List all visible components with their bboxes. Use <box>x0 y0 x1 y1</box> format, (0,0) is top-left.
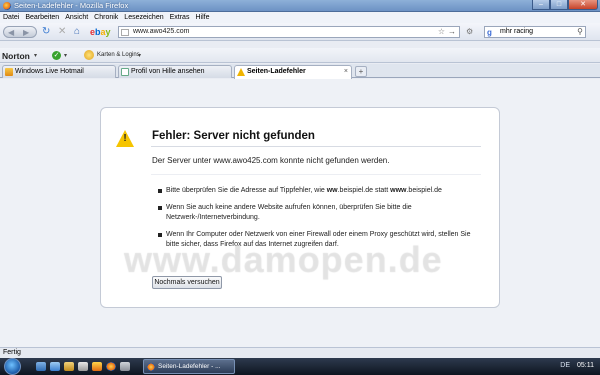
hotmail-icon <box>5 68 13 76</box>
suggestion-text: ww <box>326 187 338 194</box>
chevron-down-icon[interactable]: ▾ <box>138 52 141 59</box>
suggestion-text: Wenn Ihr Computer oder Netzwerk von eine… <box>166 231 471 248</box>
bookmark-star-icon[interactable]: ☆ <box>438 27 445 36</box>
search-input[interactable]: g mhr racing ⚲ <box>484 26 586 38</box>
norton-logo[interactable]: Norton <box>2 51 30 61</box>
status-bar: Fertig <box>0 347 600 358</box>
taskbar-window-button[interactable]: Seiten-Ladefehler - ... <box>143 359 235 374</box>
suggestion-text: .beispiel.de statt <box>337 187 391 194</box>
app-icon[interactable] <box>92 362 102 371</box>
tab-bar: Windows Live Hotmail Profil von Hille an… <box>0 64 600 79</box>
page-content: ! Fehler: Server nicht gefunden Der Serv… <box>0 79 600 347</box>
title-bar: Seiten-Ladefehler - Mozilla Firefox – □ … <box>0 0 600 12</box>
window-controls: – □ ✕ <box>532 0 598 11</box>
suggestion-item: Wenn Sie auch keine andere Website aufru… <box>158 203 478 223</box>
warning-mark: ! <box>123 133 127 144</box>
taskbar-window-label: Seiten-Ladefehler - ... <box>158 363 221 370</box>
menu-view[interactable]: Ansicht <box>65 12 88 23</box>
tab-label: Profil von Hille ansehen <box>131 68 205 75</box>
menu-history[interactable]: Chronik <box>94 12 118 23</box>
cards-logins-button[interactable]: Karten & Logins <box>97 52 140 58</box>
retry-button[interactable]: Nochmals versuchen <box>152 276 222 289</box>
tray-language[interactable]: DE <box>560 362 570 369</box>
maximize-button[interactable]: □ <box>550 0 568 10</box>
stop-icon[interactable]: ✕ <box>58 26 66 38</box>
firefox-icon <box>3 2 11 10</box>
menu-bar: Datei Bearbeiten Ansicht Chronik Lesezei… <box>0 12 600 23</box>
suggestion-text: Bitte überprüfen Sie die Adresse auf Tip… <box>166 187 327 194</box>
back-arrow-icon[interactable]: ◀ <box>8 28 14 37</box>
menu-edit[interactable]: Bearbeiten <box>25 12 59 23</box>
status-text: Fertig <box>3 349 21 356</box>
taskbar: Seiten-Ladefehler - ... DE 05:11 <box>0 358 600 375</box>
ie-icon[interactable] <box>50 362 60 371</box>
tab-profile[interactable]: Profil von Hille ansehen <box>118 65 232 78</box>
url-text[interactable]: www.awo425.com <box>133 28 189 35</box>
menu-help[interactable]: Hilfe <box>195 12 209 23</box>
page-icon <box>121 68 129 76</box>
tab-hotmail[interactable]: Windows Live Hotmail <box>2 65 116 78</box>
error-description: Der Server unter www.awo425.com konnte n… <box>152 156 390 165</box>
forward-arrow-icon[interactable]: ▶ <box>23 28 29 37</box>
suggestion-item: Wenn Ihr Computer oder Netzwerk von eine… <box>158 230 478 250</box>
ebay-icon[interactable]: ebay <box>90 26 111 38</box>
suggestion-text: www <box>390 187 407 194</box>
suggestion-item: Bitte überprüfen Sie die Adresse auf Tip… <box>158 186 478 196</box>
suggestion-text: .beispiel.de <box>406 187 442 194</box>
reload-icon[interactable]: ↻ <box>42 26 50 38</box>
suggestion-text: Wenn Sie auch keine andere Website aufru… <box>166 204 412 221</box>
error-dialog: ! Fehler: Server nicht gefunden Der Serv… <box>100 107 500 308</box>
url-bar[interactable]: www.awo425.com ☆ → <box>118 26 460 38</box>
error-title: Fehler: Server nicht gefunden <box>152 130 315 142</box>
google-icon[interactable]: g <box>487 28 492 37</box>
firefox-quicklaunch-icon[interactable] <box>106 362 116 371</box>
menu-bookmarks[interactable]: Lesezeichen <box>124 12 163 23</box>
tab-error-page[interactable]: Seiten-Ladefehler × <box>234 65 352 79</box>
new-tab-button[interactable]: + <box>355 66 367 77</box>
show-desktop-icon[interactable] <box>36 362 46 371</box>
home-icon[interactable]: ⌂ <box>74 26 80 38</box>
window-title: Seiten-Ladefehler - Mozilla Firefox <box>14 1 129 10</box>
folder-icon[interactable] <box>64 362 74 371</box>
search-text[interactable]: mhr racing <box>500 28 533 35</box>
switch-windows-icon[interactable] <box>120 362 130 371</box>
close-button[interactable]: ✕ <box>568 0 598 10</box>
norton-check-icon[interactable]: ✓ <box>52 51 61 60</box>
go-arrow-icon[interactable]: → <box>448 27 456 36</box>
addon-icon[interactable]: ⚙ <box>466 26 473 38</box>
back-forward-buttons[interactable]: ◀ ▶ <box>3 26 37 38</box>
firefox-icon <box>147 363 155 371</box>
close-tab-icon[interactable]: × <box>344 66 348 78</box>
tab-label: Seiten-Ladefehler <box>247 68 306 75</box>
divider <box>151 174 481 175</box>
minimize-button[interactable]: – <box>532 0 550 10</box>
tab-label: Windows Live Hotmail <box>15 68 84 75</box>
chevron-down-icon[interactable]: ▾ <box>34 52 37 59</box>
media-icon[interactable] <box>78 362 88 371</box>
page-favicon-icon <box>121 29 129 36</box>
divider <box>151 146 481 147</box>
start-button[interactable] <box>4 358 21 375</box>
chevron-down-icon[interactable]: ▾ <box>64 52 67 59</box>
suggestion-list: Bitte überprüfen Sie die Adresse auf Tip… <box>158 186 478 257</box>
clock[interactable]: 05:11 <box>577 362 594 369</box>
search-icon[interactable]: ⚲ <box>577 27 583 36</box>
navigation-toolbar: ◀ ▶ ↻ ✕ ⌂ ebay www.awo425.com ☆ → ⚙ g mh… <box>0 23 600 41</box>
menu-file[interactable]: Datei <box>3 12 19 23</box>
warning-icon <box>237 68 245 76</box>
identity-safe-icon[interactable] <box>84 50 94 60</box>
menu-tools[interactable]: Extras <box>170 12 190 23</box>
norton-toolbar: Norton ▾ ✓ ▾ Karten & Logins ▾ <box>0 48 600 63</box>
